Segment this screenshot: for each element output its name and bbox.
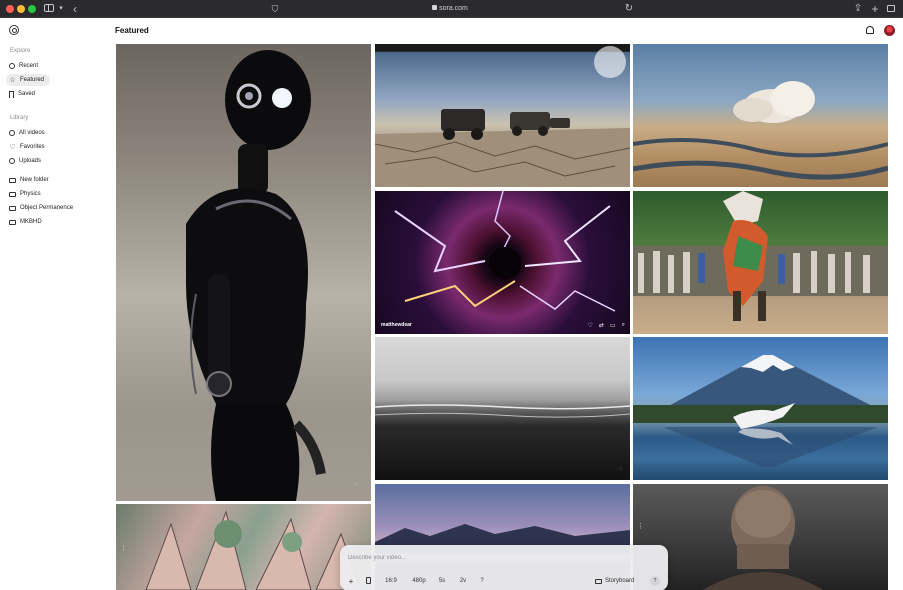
sidebar-item-featured[interactable]: ☆ Featured [6,74,51,86]
video-tile-mount-fuji-crane[interactable] [633,337,888,480]
lightning-scene [394,191,616,312]
address-bar[interactable]: sora.com [415,3,485,15]
sora-watermark-icon: ◌ [354,481,357,487]
page-title: Featured [115,26,149,35]
share-icon[interactable]: ⇪ [853,2,863,16]
new-tab-icon[interactable]: + [870,2,880,16]
video-tile-portrait[interactable]: ⋮ [633,484,888,590]
close-window-button[interactable] [6,5,14,13]
bell-icon[interactable] [866,26,874,34]
video-tile-dancer-crowd[interactable] [633,191,888,334]
sidebar-item-label: Uploads [19,158,42,164]
chevron-down-icon[interactable]: ▾ [57,2,65,16]
add-media-button[interactable]: + [346,576,356,587]
video-tile-lightning-tunnel[interactable]: matthewdear ♡ ⇄ ▭ ⌕ [375,191,630,334]
storyboard-label: Storyboard [605,578,635,584]
heart-icon: ♡ [9,143,16,151]
coral-scene [145,510,362,590]
sora-logo-icon[interactable] [9,25,19,35]
section-label-explore: Explore [10,48,31,54]
duration-button[interactable]: 5s [436,576,448,587]
tab-overview-icon[interactable] [885,2,897,16]
fuji-scene [633,355,888,467]
sea-scene [375,404,630,418]
drag-handle-icon[interactable]: ⋮ [120,544,127,552]
app-window: Explore Recent ☆ Featured Saved Library … [0,18,903,590]
help-button[interactable]: ? [650,576,660,586]
folder-icon [9,219,16,225]
resolution-button[interactable]: 480p [410,576,428,587]
heart-icon[interactable]: ♡ [588,322,593,329]
new-folder-icon [9,177,16,183]
sidebar-item-favorites[interactable]: ♡ Favorites [6,141,51,153]
back-arrow-icon[interactable]: ‹ [70,2,80,16]
video-tile-desert-vehicles[interactable] [375,44,630,187]
shield-icon[interactable]: ⛉ [270,2,280,16]
upload-icon [9,158,15,164]
sidebar-item-label: Recent [19,63,39,69]
storyboard-icon [595,579,602,584]
sidebar-item-label: All videos [19,130,45,136]
sora-watermark-icon: ◌ [619,466,622,472]
desert-scene [375,46,630,187]
video-tile-robot[interactable]: ◌ [116,44,371,501]
sidebar-item-all-videos[interactable]: All videos [6,127,51,139]
video-tile-grey-sea[interactable]: ◌ [375,337,630,480]
avatar[interactable] [884,25,895,36]
maximize-window-button[interactable] [28,5,36,13]
video-tile-coral-closeup[interactable]: ⋮ [116,504,371,590]
dancer-scene [633,191,888,321]
sidebar-item-recent[interactable]: Recent [6,60,44,72]
prompt-composer: + 16:9 480p 5s 2v ? Storyboard ? [340,545,668,590]
lock-icon [432,5,438,10]
presets-help-button[interactable]: ? [478,576,486,587]
browser-toolbar: ▾ ‹ ⛉ sora.com ↻ ⇪ + [0,0,903,18]
sidebar-item-label: Saved [18,91,36,97]
reload-icon[interactable]: ↻ [624,2,634,16]
variations-button[interactable]: 2v [457,576,469,587]
tile-controls: ♡ ⇄ ▭ ⌕ [588,322,625,329]
storyboard-button[interactable]: Storyboard [595,576,643,587]
cloud-dunes-scene [633,81,888,180]
portrait-scene [703,486,823,590]
folder-icon [9,205,16,211]
sidebar-item-label: Physics [20,191,41,197]
search-icon[interactable]: ⌕ [622,322,625,329]
clock-icon [9,63,15,69]
robot-figure [186,50,326,501]
grid-icon [9,130,15,136]
minimize-window-button[interactable] [17,5,25,13]
aspect-ratio-button[interactable]: 16:9 [383,576,399,587]
video-caption[interactable]: matthewdear [381,322,412,328]
new-folder-button[interactable]: New folder [6,174,55,186]
sidebar-item-label: Featured [20,77,45,83]
sidebar-item-label: Object Permanence [20,205,74,211]
bookmark-icon [9,90,14,98]
sidebar-item-mkbhd[interactable]: MKBHD [6,216,48,228]
sidebar-item-saved[interactable]: Saved [6,88,41,100]
remix-icon[interactable]: ⇄ [599,322,604,329]
sidebar-item-label: MKBHD [20,219,42,225]
sidebar-item-physics[interactable]: Physics [6,188,47,200]
sidebar: Explore Recent ☆ Featured Saved Library … [0,18,112,590]
sidebar-item-uploads[interactable]: Uploads [6,155,47,167]
prompt-input[interactable] [348,553,648,563]
sidebar-item-label: Favorites [20,144,45,150]
folder-icon [9,191,16,197]
video-tile-cloud-dunes[interactable] [633,44,888,187]
sidebar-item-label: New folder [20,177,49,183]
bookmark-icon[interactable]: ▭ [610,322,616,329]
sidebar-item-object-permanence[interactable]: Object Permanence [6,202,79,214]
star-icon: ☆ [9,76,16,84]
address-text: sora.com [439,5,468,12]
drag-handle-icon[interactable]: ⋮ [637,522,644,530]
aspect-ratio-icon[interactable] [363,576,373,587]
sidebar-toggle-icon[interactable] [42,2,56,16]
section-label-library: Library [10,115,29,121]
